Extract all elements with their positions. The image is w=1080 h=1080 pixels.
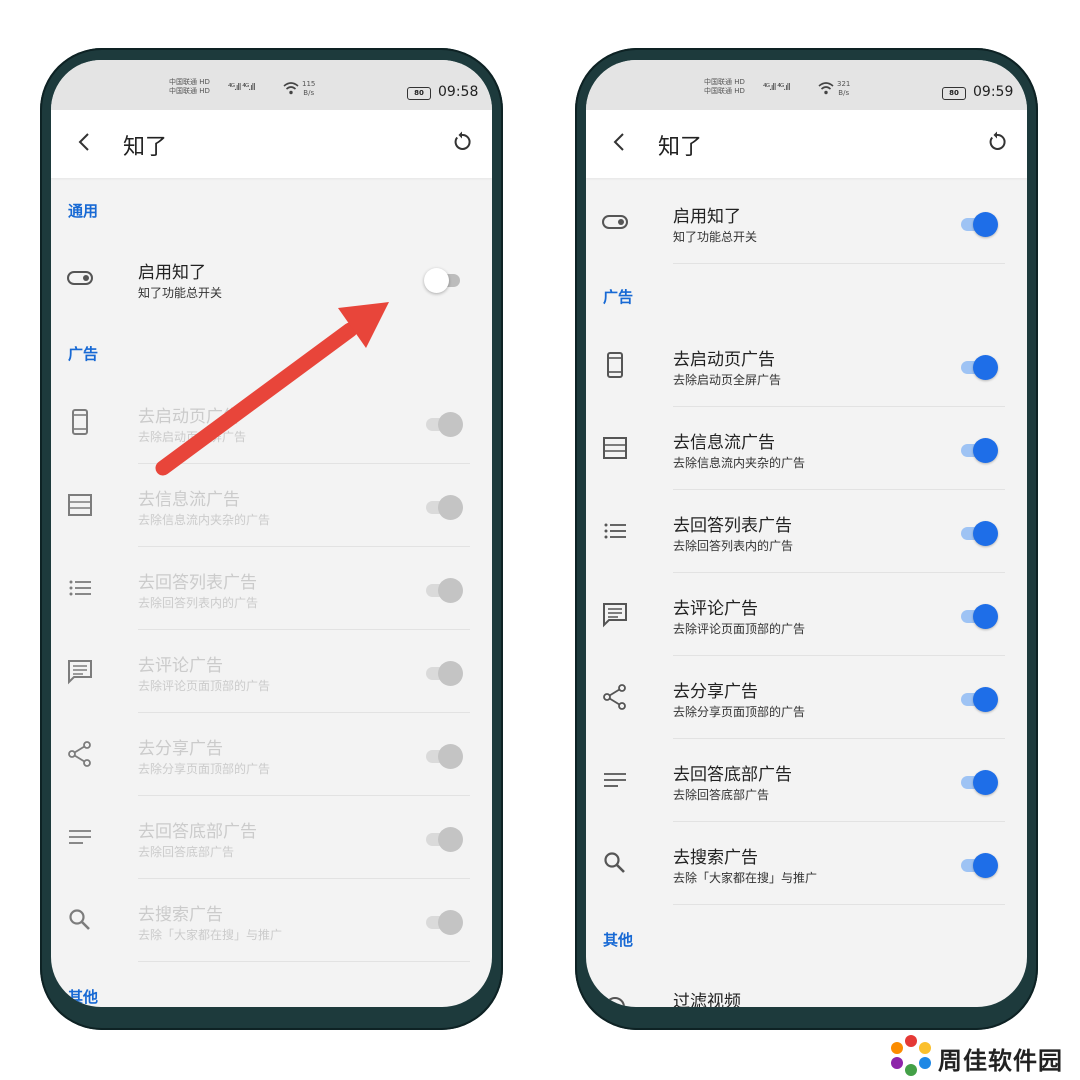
setting-row-comment-ad[interactable]: 去评论广告 去除评论页面顶部的广告: [586, 573, 1027, 656]
comment-ad-switch[interactable]: [424, 661, 463, 686]
bulleted-list-icon: [69, 580, 91, 596]
section-header-ads: 广告: [68, 345, 99, 363]
setting-row-share-ad[interactable]: 去分享广告 去除分享页面顶部的广告: [586, 656, 1027, 739]
answer-list-ad-switch[interactable]: [959, 521, 998, 546]
app-bar: 知了: [51, 110, 492, 178]
toggle-icon: [67, 271, 93, 285]
phone-right: 中国联通 HD 中国联通 HD ⁴ᴳ.ıll ⁴ᴳ.ıll 321 B/s 80…: [575, 48, 1038, 1030]
share-icon: [68, 741, 91, 767]
settings-list: 通用 启用知了 知了功能总开关 广告 去启动页广告 去除启动页全屏广告 去信息流…: [51, 178, 492, 1007]
enable-switch[interactable]: [959, 212, 998, 237]
setting-row-comment-ad[interactable]: 去评论广告 去除评论页面顶部的广告: [51, 630, 492, 713]
search-ad-switch[interactable]: [959, 853, 998, 878]
status-bar: 中国联通 HD 中国联通 HD ⁴ᴳ.ıll ⁴ᴳ.ıll 115 B/s 80…: [51, 60, 492, 110]
splash-ad-switch[interactable]: [959, 355, 998, 380]
setting-row-feed-ad[interactable]: 去信息流广告 去除信息流内夹杂的广告: [586, 407, 1027, 490]
answer-bottom-ad-switch[interactable]: [959, 770, 998, 795]
settings-list: 启用知了 知了功能总开关 广告 去启动页广告 去除启动页全屏广告 去信息流广告 …: [586, 178, 1027, 1007]
list-box-icon: [603, 437, 627, 459]
bulleted-list-icon: [604, 523, 626, 539]
splash-ad-switch[interactable]: [424, 412, 463, 437]
setting-row-filter-video[interactable]: 过滤视频: [586, 966, 1027, 1007]
restore-icon[interactable]: [450, 130, 474, 154]
comment-icon: [603, 603, 627, 628]
setting-row-answer-bottom-ad[interactable]: 去回答底部广告 去除回答底部广告: [51, 796, 492, 879]
phone-left: 中国联通 HD 中国联通 HD ⁴ᴳ.ıll ⁴ᴳ.ıll 115 B/s 80…: [40, 48, 503, 1030]
phone-icon: [72, 409, 88, 435]
answer-list-ad-switch[interactable]: [424, 578, 463, 603]
restore-icon[interactable]: [985, 130, 1009, 154]
battery-icon: 80: [942, 87, 966, 100]
setting-row-share-ad[interactable]: 去分享广告 去除分享页面顶部的广告: [51, 713, 492, 796]
screen-left: 中国联通 HD 中国联通 HD ⁴ᴳ.ıll ⁴ᴳ.ıll 115 B/s 80…: [51, 60, 492, 1007]
answer-bottom-ad-switch[interactable]: [424, 827, 463, 852]
setting-row-answer-bottom-ad[interactable]: 去回答底部广告 去除回答底部广告: [586, 739, 1027, 822]
list-box-icon: [68, 494, 92, 516]
search-icon: [69, 909, 90, 930]
section-header-other: 其他: [603, 931, 634, 949]
status-time: 09:58: [438, 84, 479, 100]
battery-icon: 80: [407, 87, 431, 100]
feed-ad-switch[interactable]: [424, 495, 463, 520]
network-speed: 321 B/s: [837, 80, 851, 97]
feed-ad-switch[interactable]: [959, 438, 998, 463]
status-bar: 中国联通 HD 中国联通 HD ⁴ᴳ.ıll ⁴ᴳ.ıll 321 B/s 80…: [586, 60, 1027, 110]
app-bar: 知了: [586, 110, 1027, 178]
screen-right: 中国联通 HD 中国联通 HD ⁴ᴳ.ıll ⁴ᴳ.ıll 321 B/s 80…: [586, 60, 1027, 1007]
phone-icon: [607, 352, 623, 378]
setting-row-splash-ad[interactable]: 去启动页广告 去除启动页全屏广告: [51, 381, 492, 464]
text-lines-icon: [69, 830, 91, 844]
share-ad-switch[interactable]: [959, 687, 998, 712]
back-arrow-icon[interactable]: [608, 130, 632, 154]
carrier-info: 中国联通 HD 中国联通 HD: [169, 78, 210, 95]
carrier-info: 中国联通 HD 中国联通 HD: [704, 78, 745, 95]
toggle-icon: [602, 215, 628, 229]
setting-row-search-ad[interactable]: 去搜索广告 去除「大家都在搜」与推广: [586, 822, 1027, 905]
setting-row-splash-ad[interactable]: 去启动页广告 去除启动页全屏广告: [586, 324, 1027, 407]
back-arrow-icon[interactable]: [73, 130, 97, 154]
comment-ad-switch[interactable]: [959, 604, 998, 629]
setting-row-enable[interactable]: 启用知了 知了功能总开关: [51, 237, 492, 320]
page-title: 知了: [658, 135, 703, 160]
signal-icon: ⁴ᴳ.ıll ⁴ᴳ.ıll: [228, 83, 256, 93]
section-header-general: 通用: [68, 202, 99, 220]
search-icon: [604, 852, 625, 873]
comment-icon: [68, 660, 92, 685]
setting-row-enable[interactable]: 启用知了 知了功能总开关: [586, 181, 1027, 264]
setting-row-search-ad[interactable]: 去搜索广告 去除「大家都在搜」与推广: [51, 879, 492, 962]
page-title: 知了: [123, 135, 168, 160]
network-speed: 115 B/s: [302, 80, 316, 97]
setting-row-answer-list-ad[interactable]: 去回答列表广告 去除回答列表内的广告: [586, 490, 1027, 573]
wifi-icon: [283, 82, 299, 95]
signal-icon: ⁴ᴳ.ıll ⁴ᴳ.ıll: [763, 83, 791, 93]
setting-row-feed-ad[interactable]: 去信息流广告 去除信息流内夹杂的广告: [51, 464, 492, 547]
status-time: 09:59: [973, 84, 1014, 100]
watermark-text: 周佳软件园: [938, 1047, 1063, 1075]
text-lines-icon: [604, 773, 626, 787]
video-filter-icon: [605, 997, 625, 1007]
enable-switch[interactable]: [424, 268, 462, 293]
section-header-other: 其他: [68, 988, 99, 1006]
share-icon: [603, 684, 626, 710]
share-ad-switch[interactable]: [424, 744, 463, 769]
section-header-ads: 广告: [603, 288, 634, 306]
setting-row-answer-list-ad[interactable]: 去回答列表广告 去除回答列表内的广告: [51, 547, 492, 630]
search-ad-switch[interactable]: [424, 910, 463, 935]
wifi-icon: [818, 82, 834, 95]
